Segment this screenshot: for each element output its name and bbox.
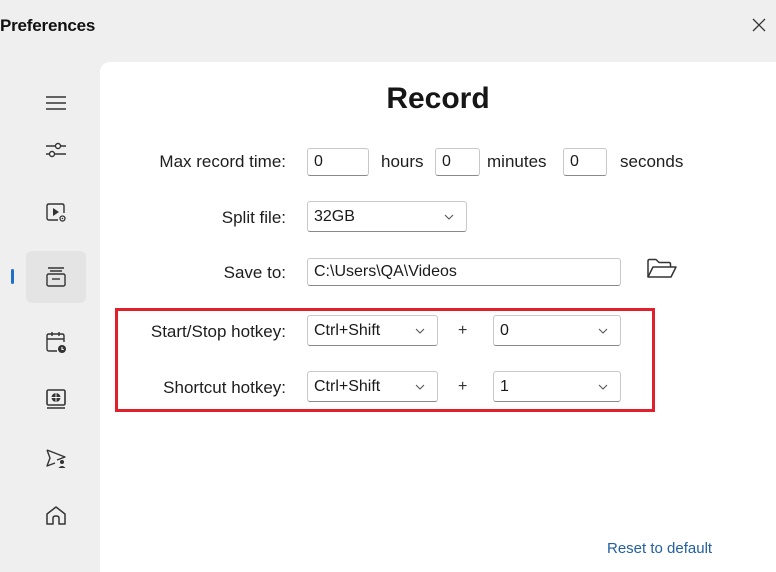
sidebar-item-display[interactable] — [26, 373, 86, 425]
shortcut-key-value: 1 — [500, 378, 509, 395]
sidebar — [0, 0, 100, 572]
record-tray-icon — [46, 267, 66, 287]
hours-label: hours — [381, 152, 424, 171]
shortcut-hotkey-label: Shortcut hotkey: — [163, 378, 286, 397]
save-to-input[interactable]: C:\Users\QA\Videos — [307, 258, 621, 286]
hours-input[interactable]: 0 — [307, 148, 369, 176]
seconds-label: seconds — [620, 152, 684, 171]
minutes-input[interactable]: 0 — [435, 148, 480, 176]
sidebar-item-home[interactable] — [26, 490, 86, 542]
sidebar-item-settings[interactable] — [26, 124, 86, 176]
menu-icon — [46, 96, 66, 110]
active-indicator — [11, 269, 14, 284]
split-file-select[interactable]: 32GB — [307, 201, 467, 232]
video-settings-icon — [46, 203, 66, 222]
start-stop-key-value: 0 — [500, 322, 509, 339]
split-file-value: 32GB — [314, 208, 355, 225]
folder-icon — [647, 258, 677, 278]
start-stop-modifier-value: Ctrl+Shift — [314, 322, 381, 339]
sidebar-item-menu[interactable] — [26, 77, 86, 129]
start-stop-hotkey-label: Start/Stop hotkey: — [150, 322, 286, 341]
send-user-icon — [46, 449, 66, 468]
shortcut-key-select[interactable]: 1 — [493, 371, 621, 402]
plus-sign: + — [458, 378, 468, 395]
browse-folder-button[interactable] — [645, 256, 681, 284]
sidebar-item-record[interactable] — [11, 251, 86, 303]
home-icon — [46, 506, 66, 525]
calendar-clock-icon — [46, 332, 66, 353]
display-globe-icon — [46, 389, 66, 409]
sidebar-item-video[interactable] — [26, 186, 86, 238]
record-settings-panel: Record Max record time: 0 hours 0 minute… — [100, 62, 776, 572]
sidebar-item-share[interactable] — [26, 432, 86, 484]
sidebar-item-schedule[interactable] — [26, 316, 86, 368]
max-record-time-label: Max record time: — [159, 152, 286, 171]
start-stop-modifier-select[interactable]: Ctrl+Shift — [307, 315, 438, 346]
save-to-label: Save to: — [223, 263, 286, 282]
plus-sign: + — [458, 322, 468, 339]
shortcut-modifier-value: Ctrl+Shift — [314, 378, 381, 395]
chevron-down-icon — [598, 384, 608, 390]
chevron-down-icon — [598, 328, 608, 334]
chevron-down-icon — [444, 214, 454, 220]
reset-to-default-link[interactable]: Reset to default — [607, 540, 712, 557]
close-icon — [752, 18, 766, 32]
chevron-down-icon — [415, 328, 425, 334]
start-stop-key-select[interactable]: 0 — [493, 315, 621, 346]
chevron-down-icon — [415, 384, 425, 390]
page-title: Record — [386, 82, 490, 115]
split-file-label: Split file: — [221, 208, 286, 227]
shortcut-modifier-select[interactable]: Ctrl+Shift — [307, 371, 438, 402]
close-button[interactable] — [748, 14, 770, 36]
sliders-icon — [46, 142, 66, 158]
minutes-label: minutes — [487, 152, 547, 171]
seconds-input[interactable]: 0 — [563, 148, 607, 176]
